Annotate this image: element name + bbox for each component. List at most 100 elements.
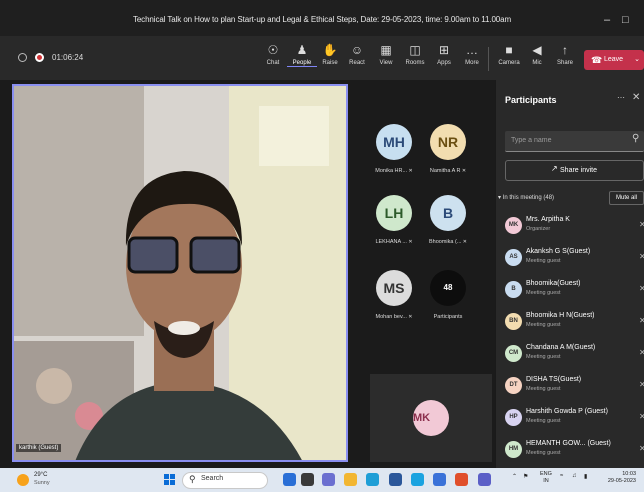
clock[interactable]: 10:03 29-05-2023 — [600, 471, 636, 485]
mic-muted-icon[interactable]: ✕ — [639, 284, 644, 293]
participant-row[interactable]: HP Harshith Gowda P (Guest) Meeting guest ✕ — [505, 406, 644, 432]
share-invite-button[interactable]: Share invite — [505, 160, 644, 181]
participant-row[interactable]: B Bhoomika(Guest) Meeting guest ✕ — [505, 278, 644, 304]
weather-condition: Sunny — [34, 480, 50, 486]
search-icon[interactable]: ⚲ — [632, 133, 639, 144]
toolbar-button-view[interactable]: ▦ View — [371, 42, 401, 66]
participant-name: Mrs. Arpitha K — [526, 216, 570, 223]
avatar: LH — [376, 195, 412, 231]
mic-muted-icon[interactable]: ✕ — [639, 220, 644, 229]
participant-tile[interactable]: MH Monika HR... ✕ — [364, 124, 424, 174]
mic-muted-icon[interactable]: ✕ — [639, 316, 644, 325]
more-options-icon[interactable]: ⋯ — [617, 93, 625, 102]
battery-icon[interactable]: ▮ — [584, 473, 587, 480]
edge-icon[interactable] — [366, 473, 379, 486]
participant-role: Meeting guest — [526, 386, 561, 392]
toolbar-button-camera[interactable]: ■ Camera — [494, 42, 524, 66]
widgets-icon[interactable] — [301, 473, 314, 486]
avatar: DT — [505, 377, 522, 394]
video-feed-karthik[interactable] — [12, 84, 348, 462]
camera-off-icon: ■ — [505, 43, 513, 57]
mic-muted-icon[interactable]: ✕ — [639, 252, 644, 261]
participant-role: Meeting guest — [526, 290, 561, 296]
mic-muted-icon: ✕ — [406, 239, 413, 245]
speaker-video-image — [14, 86, 346, 460]
participant-row[interactable]: DT DISHA TS(Guest) Meeting guest ✕ — [505, 374, 644, 400]
leave-button[interactable]: ☎ Leave ⌄ — [584, 50, 644, 70]
language-indicator[interactable]: ENG IN — [540, 471, 552, 485]
mic-muted-icon[interactable]: ✕ — [639, 444, 644, 453]
avatar: B — [430, 195, 466, 231]
participant-name: Chandana A M(Guest) — [526, 344, 596, 351]
outlook-icon[interactable] — [433, 473, 446, 486]
mic-muted-icon: ✕ — [460, 168, 467, 174]
toolbar-button-people[interactable]: ♟ People — [287, 42, 317, 67]
participant-name: DISHA TS(Guest) — [526, 376, 582, 383]
participant-caption: karthik (Guest) — [16, 444, 62, 452]
toolbar-button-raise[interactable]: ✋ Raise — [315, 42, 345, 66]
meeting-timer: 01:06:24 — [52, 53, 84, 62]
windows-start-icon[interactable] — [164, 474, 176, 486]
participant-tile[interactable]: MS Mohan bev... ✕ — [364, 270, 424, 320]
shield-icon — [18, 53, 27, 62]
view-icon: ▦ — [380, 43, 392, 57]
participant-name: Akanksh G S(Guest) — [526, 248, 591, 255]
chevron-down-icon[interactable]: ⌄ — [634, 50, 640, 70]
toolbar-button-label: Share — [556, 60, 573, 66]
toolbar-button-share[interactable]: ↑ Share — [550, 42, 580, 66]
participant-role: Meeting guest — [526, 450, 561, 456]
tray-chevron-icon[interactable]: ⌃ — [512, 473, 517, 480]
avatar: NR — [430, 124, 466, 160]
store-icon[interactable] — [411, 473, 424, 486]
minimize-button[interactable]: – — [604, 14, 610, 26]
file-explorer-icon[interactable] — [344, 473, 357, 486]
word-icon[interactable] — [389, 473, 402, 486]
close-icon[interactable]: ✕ — [632, 92, 640, 103]
participant-row[interactable]: AS Akanksh G S(Guest) Meeting guest ✕ — [505, 246, 644, 272]
avatar: MH — [376, 124, 412, 160]
share-icon: ↗ — [551, 164, 558, 173]
toolbar-divider — [488, 47, 489, 71]
volume-icon[interactable]: ♫ — [572, 473, 577, 479]
chrome-icon[interactable] — [455, 473, 468, 486]
toolbar-button-more[interactable]: … More — [457, 42, 487, 66]
participant-row[interactable]: CM Chandana A M(Guest) Meeting guest ✕ — [505, 342, 644, 368]
participant-tile[interactable]: B Bhoomika (... ✕ — [418, 195, 478, 245]
avatar: HM — [505, 441, 522, 458]
toolbar-button-chat[interactable]: ☉ Chat — [258, 42, 288, 66]
tray-app-icon[interactable]: ⚑ — [523, 473, 528, 480]
maximize-button[interactable]: □ — [622, 14, 629, 26]
people-icon: ♟ — [296, 43, 308, 57]
participant-name: Bhoomika(Guest) — [526, 280, 581, 287]
participant-count-tile[interactable]: 48 Participants — [418, 270, 478, 320]
task-view-icon[interactable] — [283, 473, 296, 486]
toolbar-button-label: Mic — [532, 60, 542, 66]
participant-tile[interactable]: LH LEKHANA ... ✕ — [364, 195, 424, 245]
avatar: B — [505, 281, 522, 298]
toolbar-button-react[interactable]: ☺ React — [342, 42, 372, 66]
mic-muted-icon[interactable]: ✕ — [639, 412, 644, 421]
teams-icon[interactable] — [478, 473, 491, 486]
teams-chat-icon[interactable] — [322, 473, 335, 486]
wifi-icon[interactable]: ≈ — [560, 473, 563, 479]
participant-name-text: Bhoomika (... — [429, 239, 462, 245]
participant-tile[interactable]: NR Namitha A R ✕ — [418, 124, 478, 174]
participant-row[interactable]: MK Mrs. Arpitha K Organizer ✕ — [505, 214, 644, 240]
toolbar-button-apps[interactable]: ⊞ Apps — [429, 42, 459, 66]
mute-all-button[interactable]: Mute all — [609, 191, 644, 205]
toolbar-button-label: People — [287, 60, 317, 67]
self-view-tile[interactable]: MK — [370, 374, 492, 462]
toolbar-button-label: Rooms — [405, 60, 425, 66]
in-meeting-header[interactable]: ▾ In this meeting (48) — [498, 194, 554, 201]
clock-date: 29-05-2023 — [607, 478, 636, 484]
participant-row[interactable]: BN Bhoomika H N(Guest) Meeting guest ✕ — [505, 310, 644, 336]
mic-muted-icon[interactable]: ✕ — [639, 380, 644, 389]
mic-muted-icon[interactable]: ✕ — [639, 348, 644, 357]
toolbar-button-mic[interactable]: ◀ Mic — [522, 42, 552, 66]
participant-row[interactable]: HM HEMANTH GOW... (Guest) Meeting guest ✕ — [505, 438, 644, 464]
raise-hand-icon: ✋ — [322, 43, 338, 57]
participant-role: Meeting guest — [526, 258, 561, 264]
toolbar-button-rooms[interactable]: ◫ Rooms — [400, 42, 430, 66]
toolbar-button-label: React — [349, 60, 365, 66]
sun-icon[interactable] — [17, 474, 29, 486]
